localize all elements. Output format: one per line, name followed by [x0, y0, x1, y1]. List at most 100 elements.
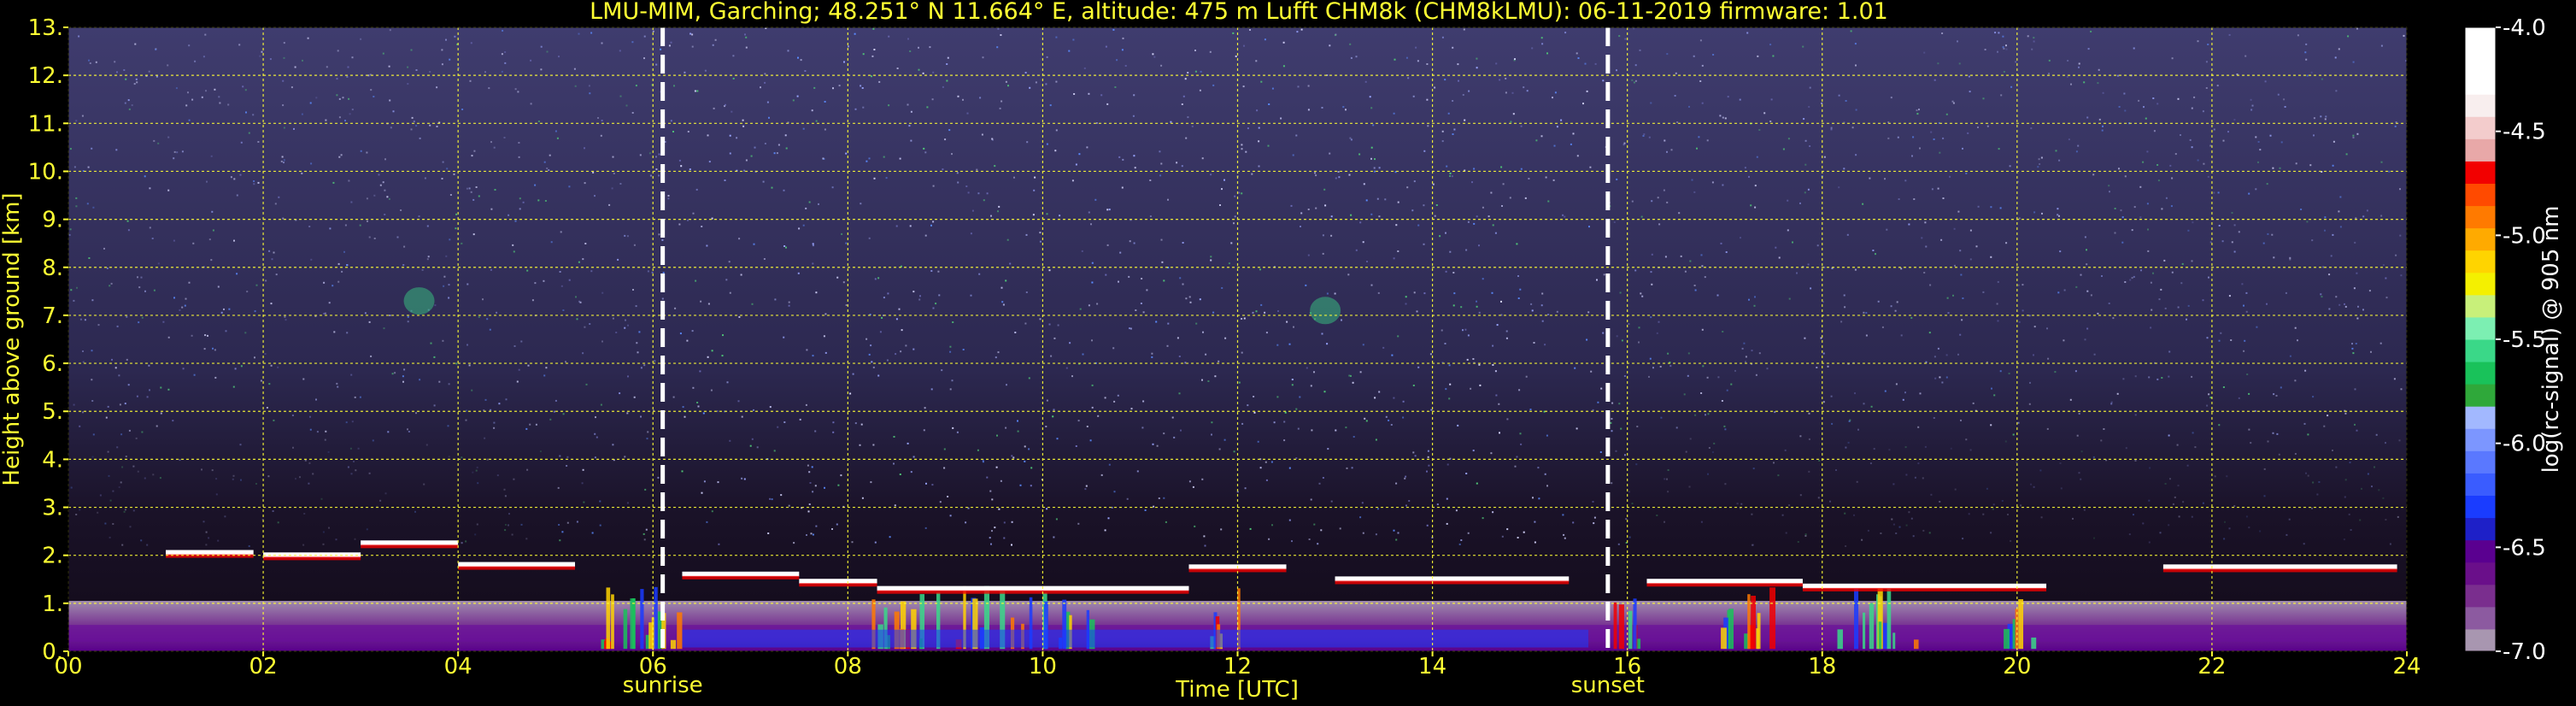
noise-dot	[741, 477, 743, 479]
noise-dot	[466, 344, 468, 346]
noise-dot	[2092, 174, 2095, 176]
noise-dot	[1804, 337, 1806, 339]
noise-dot	[1189, 301, 1192, 303]
noise-dot	[2347, 35, 2350, 38]
noise-dot	[1003, 537, 1006, 539]
noise-dot	[373, 96, 375, 97]
noise-dot	[384, 158, 386, 161]
noise-dot	[1212, 311, 1215, 314]
noise-dot	[1397, 250, 1399, 252]
noise-dot	[1990, 206, 1992, 209]
noise-dot	[840, 474, 842, 477]
noise-dot	[1377, 508, 1379, 510]
noise-dot	[1039, 240, 1042, 243]
noise-dot	[1209, 50, 1212, 53]
noise-dot	[661, 238, 664, 241]
noise-dot	[589, 92, 591, 95]
noise-dot	[1953, 227, 1956, 230]
convective-plume	[1878, 621, 1882, 650]
noise-dot	[948, 129, 951, 132]
noise-dot	[2047, 357, 2050, 360]
noise-dot	[1244, 487, 1247, 490]
noise-dot	[1185, 137, 1188, 139]
noise-dot	[2248, 392, 2250, 395]
noise-dot	[2191, 146, 2193, 149]
noise-dot	[1937, 62, 1939, 65]
daytime-aerosol-layer	[682, 629, 1589, 648]
noise-dot	[1364, 80, 1367, 83]
noise-dot	[1417, 60, 1419, 62]
noise-dot	[127, 99, 130, 102]
noise-dot	[1212, 84, 1215, 86]
noise-dot	[501, 70, 503, 73]
noise-dot	[1375, 438, 1377, 441]
noise-dot	[255, 483, 257, 485]
noise-dot	[2353, 287, 2356, 290]
noise-dot	[1933, 356, 1936, 358]
noise-dot	[1713, 442, 1716, 444]
noise-dot	[1375, 533, 1377, 536]
noise-dot	[307, 37, 309, 39]
noise-dot	[658, 153, 660, 156]
noise-dot	[947, 496, 949, 497]
noise-dot	[1068, 50, 1071, 52]
noise-dot	[2356, 429, 2358, 432]
noise-dot	[1245, 150, 1247, 153]
noise-dot	[1046, 213, 1048, 215]
noise-dot	[1355, 56, 1358, 58]
noise-dot	[1933, 138, 1935, 140]
noise-dot	[224, 515, 226, 518]
noise-dot	[1417, 224, 1420, 227]
noise-dot	[2171, 271, 2174, 274]
noise-dot	[1035, 81, 1037, 84]
noise-dot	[403, 245, 406, 248]
noise-dot	[737, 400, 740, 403]
noise-dot	[1584, 62, 1587, 65]
noise-dot	[590, 270, 593, 273]
noise-dot	[1446, 165, 1448, 168]
noise-dot	[912, 348, 915, 350]
noise-dot	[2187, 229, 2190, 232]
noise-dot	[2003, 71, 2005, 73]
noise-dot	[1541, 43, 1544, 45]
noise-dot	[633, 396, 636, 398]
noise-dot	[1259, 467, 1262, 469]
noise-dot	[578, 261, 580, 263]
noise-dot	[1310, 498, 1312, 501]
noise-dot	[1769, 44, 1772, 46]
noise-dot	[1603, 274, 1605, 276]
noise-dot	[511, 533, 513, 536]
noise-dot	[702, 412, 705, 415]
noise-dot	[2311, 507, 2313, 509]
noise-dot	[2228, 527, 2231, 530]
noise-dot	[1754, 185, 1757, 187]
noise-dot	[584, 147, 585, 150]
noise-dot	[219, 102, 221, 104]
noise-dot	[2007, 514, 2009, 515]
noise-dot	[134, 43, 137, 45]
noise-dot	[889, 536, 891, 538]
noise-dot	[232, 385, 235, 388]
noise-dot	[2283, 98, 2286, 101]
noise-dot	[443, 275, 446, 278]
noise-dot	[1210, 256, 1212, 258]
noise-dot	[2395, 254, 2397, 256]
colorbar-segment	[2465, 183, 2496, 207]
noise-dot	[1804, 533, 1807, 536]
noise-dot	[1544, 473, 1546, 475]
noise-dot	[1006, 384, 1007, 386]
noise-dot	[1720, 242, 1722, 244]
noise-dot	[2131, 277, 2133, 279]
noise-dot	[576, 318, 578, 321]
noise-dot	[1855, 64, 1857, 67]
noise-dot	[1307, 109, 1310, 111]
noise-dot	[654, 360, 656, 362]
noise-dot	[962, 349, 965, 350]
noise-dot	[70, 486, 73, 489]
noise-dot	[325, 119, 327, 121]
noise-dot	[202, 56, 205, 58]
noise-dot	[1618, 403, 1621, 405]
noise-dot	[1554, 91, 1557, 94]
noise-dot	[1395, 224, 1398, 227]
noise-dot	[2257, 161, 2259, 163]
